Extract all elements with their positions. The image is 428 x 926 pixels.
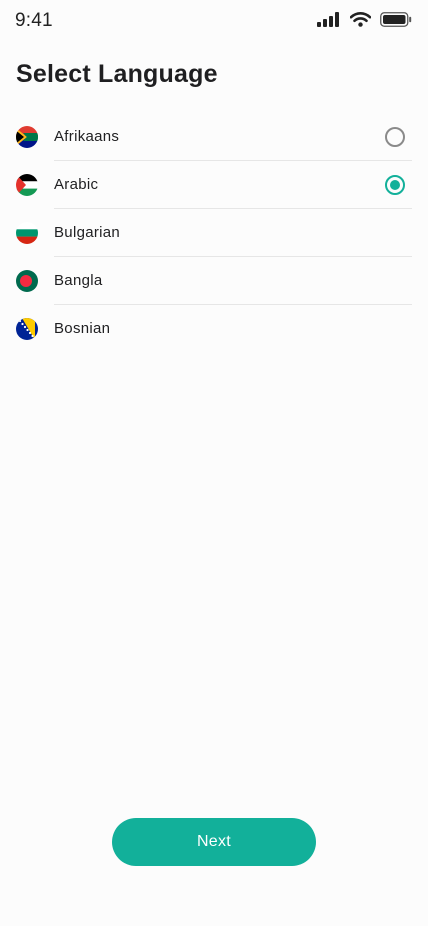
south-africa-flag-icon — [16, 126, 38, 148]
radio-button-selected[interactable] — [385, 175, 405, 195]
next-button[interactable]: Next — [112, 818, 316, 866]
language-label: Bulgarian — [54, 224, 121, 241]
language-label: Afrikaans — [54, 128, 120, 145]
wifi-icon — [350, 12, 371, 27]
status-icons — [317, 12, 412, 27]
bangladesh-flag-icon — [16, 270, 38, 292]
language-label: Bosnian — [54, 320, 111, 337]
bosnia-flag-icon — [16, 318, 38, 340]
palestine-flag-icon — [16, 174, 38, 196]
status-bar: 9:41 — [0, 0, 428, 44]
language-item-bosnian[interactable]: Bosnian — [0, 305, 428, 353]
page-title: Select Language — [16, 60, 218, 88]
language-item-arabic[interactable]: Arabic — [0, 161, 428, 209]
language-label: Bangla — [54, 272, 103, 289]
language-item-bulgarian[interactable]: Bulgarian — [0, 209, 428, 257]
bulgaria-flag-icon — [16, 222, 38, 244]
battery-icon — [380, 12, 412, 27]
language-item-afrikaans[interactable]: Afrikaans — [0, 113, 428, 161]
status-time: 9:41 — [15, 10, 53, 31]
cellular-signal-icon — [317, 12, 339, 27]
radio-button-unselected[interactable] — [385, 127, 405, 147]
language-list: Afrikaans Arabic Bulgarian Bangla Bosnia… — [0, 113, 428, 353]
language-label: Arabic — [54, 176, 99, 193]
language-item-bangla[interactable]: Bangla — [0, 257, 428, 305]
